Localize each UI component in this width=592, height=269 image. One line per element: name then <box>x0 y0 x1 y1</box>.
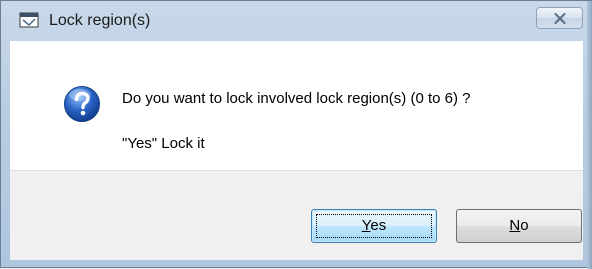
yes-button-label: Yes <box>362 217 386 234</box>
yes-button[interactable]: Yes <box>311 209 437 243</box>
no-button-label: No <box>509 217 528 234</box>
question-icon <box>63 85 101 123</box>
window-edge <box>587 1 592 269</box>
dialog-submessage: "Yes" Lock it <box>122 135 205 152</box>
no-button[interactable]: No <box>456 209 582 243</box>
window-title: Lock region(s) <box>49 12 151 29</box>
dialog-message: Do you want to lock involved lock region… <box>122 90 471 107</box>
no-accel: N <box>509 217 521 234</box>
close-button[interactable] <box>536 7 583 29</box>
yes-rest: es <box>370 217 387 234</box>
app-icon <box>19 11 39 29</box>
dialog-window: Lock region(s) Do you want to lock invol… <box>0 0 592 269</box>
title-bar[interactable]: Lock region(s) <box>1 1 592 41</box>
no-rest: o <box>520 217 529 234</box>
